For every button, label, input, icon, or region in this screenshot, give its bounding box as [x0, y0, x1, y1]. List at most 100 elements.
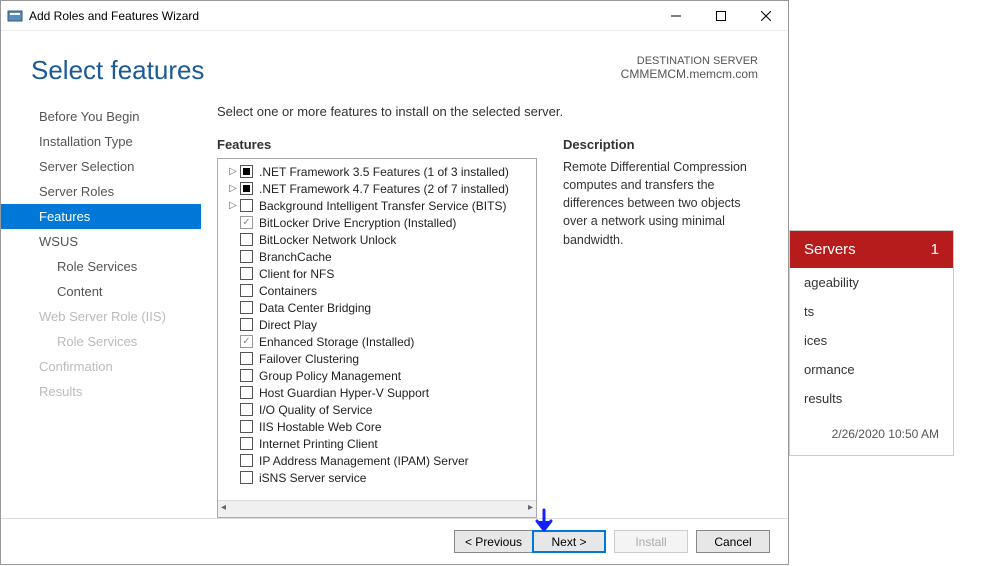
feature-checkbox[interactable] — [240, 165, 253, 178]
step-server-selection[interactable]: Server Selection — [1, 154, 201, 179]
feature-item[interactable]: ▷Group Policy Management — [218, 367, 536, 384]
feature-checkbox[interactable] — [240, 233, 253, 246]
feature-item[interactable]: ▷Internet Printing Client — [218, 435, 536, 452]
features-tree[interactable]: ▷ .NET Framework 3.5 Features (1 of 3 ins… — [217, 158, 537, 518]
feature-item[interactable]: ▷IIS Hostable Web Core — [218, 418, 536, 435]
bg-row: ts — [790, 297, 953, 326]
feature-checkbox[interactable] — [240, 437, 253, 450]
features-heading: Features — [217, 137, 537, 152]
feature-checkbox[interactable] — [240, 335, 253, 348]
background-servers-tile: Servers 1 ageability ts ices ormance res… — [789, 230, 954, 456]
feature-checkbox[interactable] — [240, 318, 253, 331]
feature-checkbox[interactable] — [240, 182, 253, 195]
feature-label: iSNS Server service — [259, 471, 366, 485]
next-button[interactable]: Next > — [532, 530, 606, 553]
feature-item[interactable]: ▷Host Guardian Hyper-V Support — [218, 384, 536, 401]
app-icon — [7, 8, 23, 24]
feature-checkbox[interactable] — [240, 420, 253, 433]
feature-item[interactable]: ▷Enhanced Storage (Installed) — [218, 333, 536, 350]
minimize-button[interactable] — [653, 1, 698, 30]
feature-item[interactable]: ▷Containers — [218, 282, 536, 299]
bg-row: ormance — [790, 355, 953, 384]
bg-row: results — [790, 384, 953, 413]
page-title: Select features — [31, 55, 621, 86]
feature-label: IIS Hostable Web Core — [259, 420, 382, 434]
feature-label: Failover Clustering — [259, 352, 359, 366]
step-results: Results — [1, 379, 201, 404]
feature-item[interactable]: ▷ .NET Framework 3.5 Features (1 of 3 ins… — [218, 163, 536, 180]
feature-checkbox[interactable] — [240, 216, 253, 229]
feature-label: Direct Play — [259, 318, 317, 332]
feature-label: IP Address Management (IPAM) Server — [259, 454, 469, 468]
feature-label: Host Guardian Hyper-V Support — [259, 386, 429, 400]
step-role-services: Role Services — [1, 329, 201, 354]
maximize-button[interactable] — [698, 1, 743, 30]
feature-label: Client for NFS — [259, 267, 334, 281]
previous-button[interactable]: < Previous — [454, 530, 532, 553]
feature-item[interactable]: ▷BranchCache — [218, 248, 536, 265]
step-before-you-begin[interactable]: Before You Begin — [1, 104, 201, 129]
feature-checkbox[interactable] — [240, 267, 253, 280]
step-installation-type[interactable]: Installation Type — [1, 129, 201, 154]
close-button[interactable] — [743, 1, 788, 30]
feature-label: BranchCache — [259, 250, 332, 264]
step-role-services[interactable]: Role Services — [1, 254, 201, 279]
expand-icon[interactable]: ▷ — [228, 200, 238, 211]
feature-checkbox[interactable] — [240, 403, 253, 416]
bg-tile-title: Servers — [804, 241, 856, 258]
feature-checkbox[interactable] — [240, 471, 253, 484]
horizontal-scrollbar[interactable] — [218, 500, 536, 517]
step-confirmation: Confirmation — [1, 354, 201, 379]
instruction-text: Select one or more features to install o… — [217, 104, 768, 119]
bg-row: ices — [790, 326, 953, 355]
feature-item[interactable]: ▷BitLocker Drive Encryption (Installed) — [218, 214, 536, 231]
feature-checkbox[interactable] — [240, 199, 253, 212]
bg-tile-count: 1 — [931, 241, 939, 258]
feature-checkbox[interactable] — [240, 301, 253, 314]
feature-item[interactable]: ▷I/O Quality of Service — [218, 401, 536, 418]
bg-row: ageability — [790, 268, 953, 297]
feature-label: Data Center Bridging — [259, 301, 371, 315]
feature-checkbox[interactable] — [240, 250, 253, 263]
step-server-roles[interactable]: Server Roles — [1, 179, 201, 204]
expand-icon[interactable]: ▷ — [228, 183, 238, 194]
wizard-buttons: < Previous Next > Install Cancel — [1, 518, 788, 564]
feature-item[interactable]: ▷Failover Clustering — [218, 350, 536, 367]
feature-item[interactable]: ▷Data Center Bridging — [218, 299, 536, 316]
feature-item[interactable]: ▷Direct Play — [218, 316, 536, 333]
feature-checkbox[interactable] — [240, 386, 253, 399]
feature-checkbox[interactable] — [240, 369, 253, 382]
cancel-button[interactable]: Cancel — [696, 530, 770, 553]
wizard-window: Add Roles and Features Wizard Select fea… — [0, 0, 789, 565]
feature-label: BitLocker Network Unlock — [259, 233, 396, 247]
feature-item[interactable]: ▷Client for NFS — [218, 265, 536, 282]
feature-label: Background Intelligent Transfer Service … — [259, 199, 506, 213]
feature-label: Containers — [259, 284, 317, 298]
description-text: Remote Differential Compression computes… — [563, 158, 768, 249]
wizard-steps-nav: Before You BeginInstallation TypeServer … — [1, 104, 201, 518]
feature-label: BitLocker Drive Encryption (Installed) — [259, 216, 456, 230]
dest-server: CMMEMCM.memcm.com — [621, 67, 758, 81]
titlebar[interactable]: Add Roles and Features Wizard — [1, 1, 788, 31]
feature-item[interactable]: ▷BitLocker Network Unlock — [218, 231, 536, 248]
feature-item[interactable]: ▷IP Address Management (IPAM) Server — [218, 452, 536, 469]
feature-item[interactable]: ▷ Background Intelligent Transfer Service… — [218, 197, 536, 214]
feature-item[interactable]: ▷.NET Framework 4.7 Features (2 of 7 ins… — [218, 180, 536, 197]
bg-timestamp: 2/26/2020 10:50 AM — [790, 413, 953, 455]
destination-server-block: DESTINATION SERVER CMMEMCM.memcm.com — [621, 55, 758, 81]
step-wsus[interactable]: WSUS — [1, 229, 201, 254]
step-web-server-role-iis: Web Server Role (IIS) — [1, 304, 201, 329]
feature-item[interactable]: ▷iSNS Server service — [218, 469, 536, 486]
feature-checkbox[interactable] — [240, 454, 253, 467]
step-features[interactable]: Features — [1, 204, 201, 229]
feature-label: Internet Printing Client — [259, 437, 378, 451]
install-button[interactable]: Install — [614, 530, 688, 553]
description-heading: Description — [563, 137, 768, 152]
step-content[interactable]: Content — [1, 279, 201, 304]
feature-checkbox[interactable] — [240, 352, 253, 365]
dest-label: DESTINATION SERVER — [621, 55, 758, 67]
feature-checkbox[interactable] — [240, 284, 253, 297]
feature-label: .NET Framework 3.5 Features (1 of 3 inst… — [259, 165, 509, 179]
expand-icon[interactable]: ▷ — [228, 166, 238, 177]
feature-label: I/O Quality of Service — [259, 403, 372, 417]
